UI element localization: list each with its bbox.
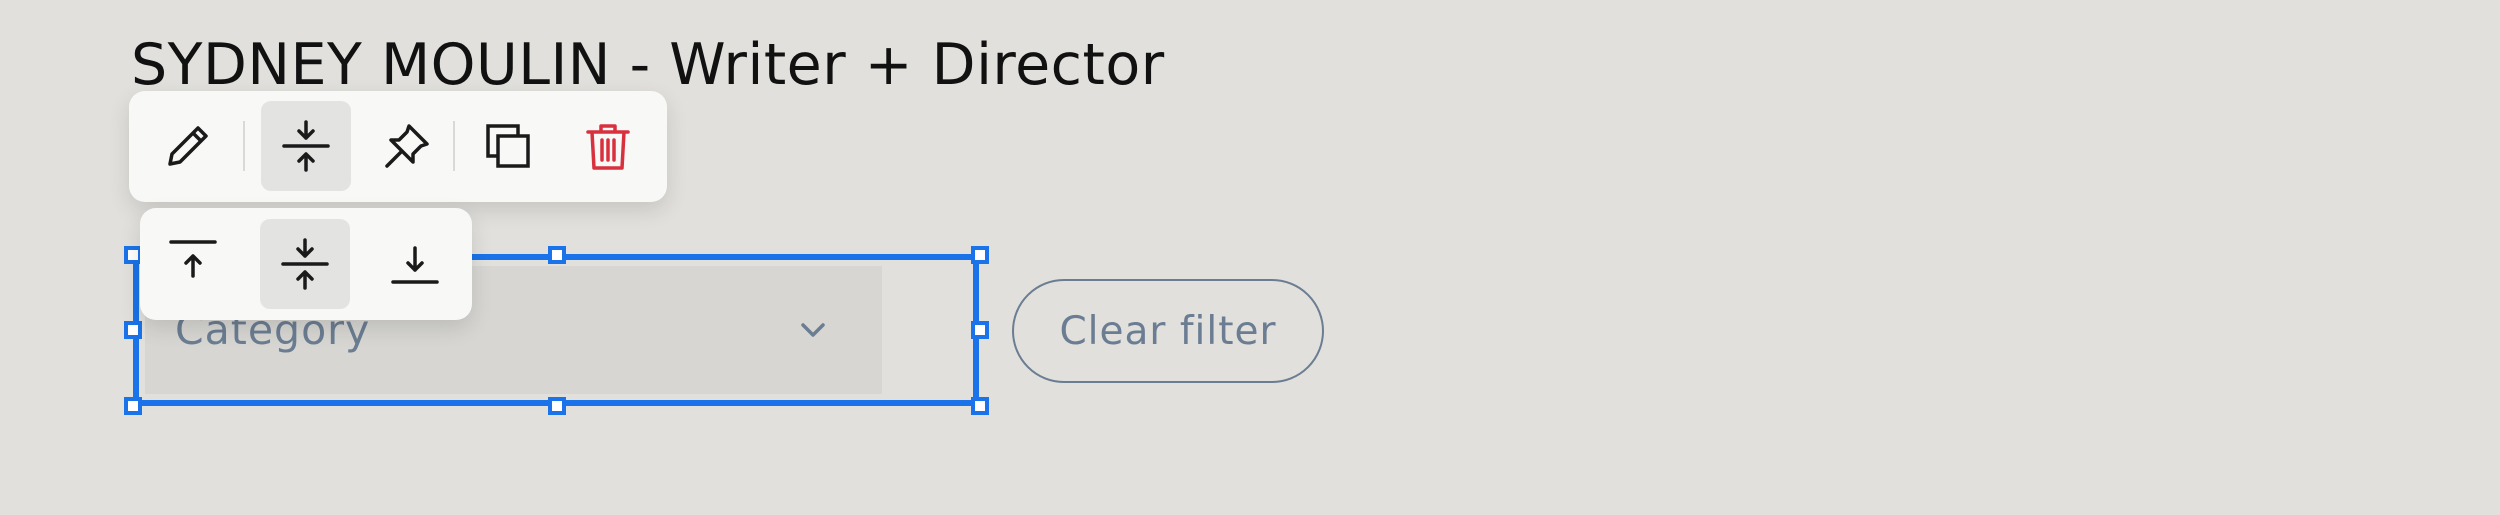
- vertical-align-button[interactable]: [261, 101, 351, 191]
- align-middle-icon: [277, 236, 333, 292]
- delete-button[interactable]: [563, 101, 653, 191]
- trash-icon: [580, 118, 636, 174]
- align-top-option[interactable]: [148, 219, 238, 309]
- toolbar-divider: [453, 121, 455, 171]
- resize-handle-bottom-left[interactable]: [124, 397, 142, 415]
- resize-handle-middle-right[interactable]: [971, 321, 989, 339]
- resize-handle-middle-left[interactable]: [124, 321, 142, 339]
- duplicate-button[interactable]: [463, 101, 553, 191]
- edit-button[interactable]: [143, 101, 233, 191]
- align-bottom-icon: [387, 236, 443, 292]
- pin-button[interactable]: [362, 101, 452, 191]
- align-top-icon: [165, 236, 221, 292]
- align-vertical-center-icon: [278, 118, 334, 174]
- align-bottom-option[interactable]: [370, 219, 460, 309]
- vertical-align-menu: [140, 208, 472, 320]
- clear-filter-button[interactable]: Clear filter: [1012, 279, 1324, 383]
- resize-handle-top-center[interactable]: [548, 246, 566, 264]
- align-middle-option[interactable]: [260, 219, 350, 309]
- duplicate-icon: [480, 118, 536, 174]
- resize-handle-bottom-center[interactable]: [548, 397, 566, 415]
- resize-handle-top-right[interactable]: [971, 246, 989, 264]
- page-title: SYDNEY MOULIN - Writer + Director: [131, 32, 1165, 98]
- resize-handle-bottom-right[interactable]: [971, 397, 989, 415]
- pencil-icon: [160, 118, 216, 174]
- toolbar-divider: [243, 121, 245, 171]
- pin-icon: [379, 118, 435, 174]
- element-toolbar: [129, 91, 667, 202]
